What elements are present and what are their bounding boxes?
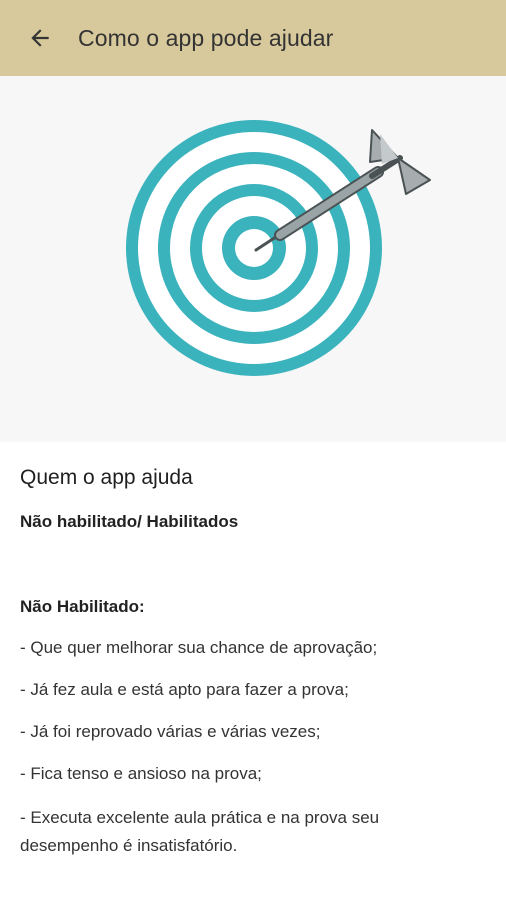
page-title: Como o app pode ajudar [78, 24, 334, 51]
subtitle: Não habilitado/ Habilitados [20, 512, 239, 531]
group-title: Não Habilitado: [20, 597, 145, 616]
list-item: - Fica tenso e ansioso na prova; [20, 764, 262, 783]
arrow-left-icon [31, 29, 49, 47]
list-item: - Já fez aula e está apto para fazer a p… [20, 680, 349, 699]
back-button[interactable] [20, 18, 60, 58]
hero-illustration [0, 76, 506, 442]
list-item: - Executa excelente aula prática e na pr… [20, 808, 380, 855]
list-item: - Que quer melhorar sua chance de aprova… [20, 638, 378, 657]
section-title: Quem o app ajuda [20, 466, 193, 489]
target-with-dart-icon [126, 120, 431, 376]
app-bar: Como o app pode ajudar [0, 0, 506, 76]
list-item: - Já foi reprovado várias e várias vezes… [20, 722, 321, 741]
